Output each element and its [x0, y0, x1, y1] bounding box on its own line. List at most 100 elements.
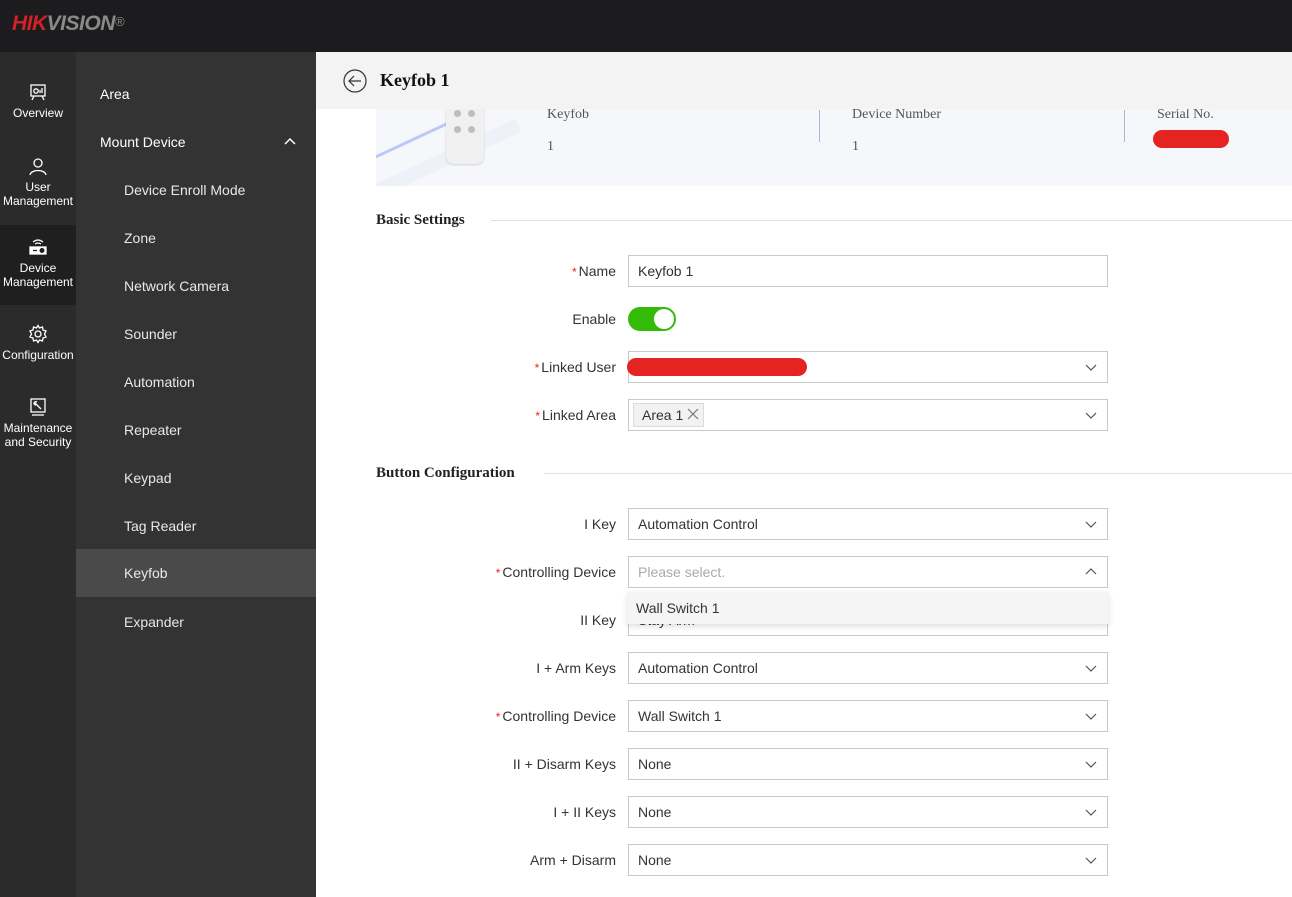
submenu-item-zone[interactable]: Zone: [76, 214, 316, 262]
enable-label: Enable: [572, 311, 616, 327]
area-tag-label: Area 1: [642, 407, 684, 423]
submenu-item-sounder[interactable]: Sounder: [76, 310, 316, 358]
device-type-label: Keyfob: [547, 107, 589, 122]
device-icon: [29, 239, 47, 255]
chevron-up-icon: [284, 137, 296, 145]
rail-item-configuration[interactable]: Configuration: [0, 324, 76, 374]
chevron-down-icon: [1085, 412, 1097, 419]
button-row-select[interactable]: None: [628, 796, 1108, 828]
name-input[interactable]: Keyfob 1: [628, 255, 1108, 287]
logo-hik: HIK: [12, 12, 47, 35]
submenu-item-network-camera[interactable]: Network Camera: [76, 262, 316, 310]
rail-label: Management: [2, 275, 74, 289]
linked-area-label: * Linked Area: [535, 407, 616, 423]
chevron-down-icon: [1085, 809, 1097, 816]
button-row-label: II Key: [580, 612, 616, 628]
linked-area-select[interactable]: Area 1: [628, 399, 1108, 431]
select-value: None: [638, 804, 672, 820]
gear-icon: [29, 324, 47, 344]
rail-label: Configuration: [2, 348, 74, 362]
submenu-item-mount-device[interactable]: Mount Device: [76, 118, 316, 166]
select-placeholder: Please select.: [638, 564, 726, 580]
button-row-label: * Controlling Device: [495, 708, 616, 724]
remove-tag-icon[interactable]: [687, 408, 699, 420]
select-value: Wall Switch 1: [638, 708, 722, 724]
user-icon: [29, 158, 47, 176]
chevron-up-icon: [1085, 568, 1097, 575]
rail-item-device-management[interactable]: Device Management: [0, 225, 76, 305]
maintenance-icon: [30, 398, 46, 416]
chevron-down-icon: [1085, 364, 1097, 371]
controlling-device-dropdown: Wall Switch 1: [628, 592, 1108, 624]
section-title-basic-settings: Basic Settings: [376, 212, 465, 228]
submenu-item-device-enroll-mode[interactable]: Device Enroll Mode: [76, 166, 316, 214]
rail-label: Overview: [12, 106, 63, 120]
select-value: None: [638, 756, 672, 772]
section-divider: [491, 220, 1292, 221]
dropdown-option[interactable]: Wall Switch 1: [636, 592, 1108, 624]
submenu-item-expander[interactable]: Expander: [76, 598, 316, 646]
rail-label: Device: [19, 261, 57, 275]
logo-vision: VISION: [46, 12, 116, 35]
button-row-select[interactable]: None: [628, 748, 1108, 780]
device-number-value: 1: [852, 139, 859, 154]
select-value: Automation Control: [638, 660, 758, 676]
button-row-label: I + Arm Keys: [536, 660, 616, 676]
linked-user-redacted: [627, 358, 807, 376]
select-value: None: [638, 852, 672, 868]
name-label: * Name: [571, 263, 616, 279]
select-value: Automation Control: [638, 516, 758, 532]
button-row-select[interactable]: Automation Control: [628, 508, 1108, 540]
submenu-item-tag-reader[interactable]: Tag Reader: [76, 502, 316, 550]
toggle-knob: [654, 309, 674, 329]
chevron-down-icon: [1085, 857, 1097, 864]
submenu-item-area[interactable]: Area: [76, 70, 316, 118]
sub-menu: Area Mount Device Device Enroll Mode Zon…: [76, 52, 316, 897]
chevron-down-icon: [1085, 761, 1097, 768]
name-value: Keyfob 1: [638, 263, 694, 279]
device-type-value: 1: [547, 139, 554, 154]
rail-label: and Security: [4, 435, 72, 449]
chevron-down-icon: [1085, 713, 1097, 720]
device-number-label: Device Number: [852, 107, 942, 122]
submenu-label: Mount Device: [100, 134, 186, 150]
hikvision-logo: HIKVISION®: [12, 12, 124, 36]
button-row-label: I Key: [584, 516, 616, 532]
rail-item-overview[interactable]: Overview: [0, 82, 76, 138]
rail-label: Maintenance: [3, 421, 73, 435]
divider: [819, 110, 820, 142]
page-header: Keyfob 1: [316, 52, 1292, 109]
enable-toggle[interactable]: [628, 307, 676, 331]
divider: [1124, 110, 1125, 142]
linked-user-label: * Linked User: [534, 359, 616, 375]
serial-redacted: [1153, 130, 1229, 148]
button-row-select[interactable]: Please select.: [628, 556, 1108, 588]
button-row-select[interactable]: None: [628, 844, 1108, 876]
submenu-item-keypad[interactable]: Keypad: [76, 454, 316, 502]
overview-icon: [30, 84, 46, 101]
page-title: Keyfob 1: [380, 70, 450, 90]
rail-item-maintenance-security[interactable]: Maintenance and Security: [0, 397, 76, 457]
button-row-select[interactable]: Wall Switch 1: [628, 700, 1108, 732]
section-title-button-configuration: Button Configuration: [376, 465, 515, 481]
top-bar: HIKVISION®: [0, 0, 1292, 52]
logo-registered: ®: [114, 14, 125, 29]
rail-item-user-management[interactable]: User Management: [0, 156, 76, 222]
main-content: Keyfob 1 Keyfob 1 Device Number 1 Serial…: [316, 52, 1292, 897]
submenu-item-automation[interactable]: Automation: [76, 358, 316, 406]
submenu-item-keyfob[interactable]: Keyfob: [76, 549, 316, 597]
section-divider: [544, 473, 1292, 474]
linked-user-select[interactable]: [627, 351, 1108, 383]
back-arrow-icon[interactable]: [343, 69, 367, 93]
button-row-select[interactable]: Automation Control: [628, 652, 1108, 684]
submenu-item-repeater[interactable]: Repeater: [76, 406, 316, 454]
button-row-label: * Controlling Device: [495, 564, 616, 580]
chevron-down-icon: [1085, 521, 1097, 528]
button-row-label: Arm + Disarm: [530, 852, 616, 868]
button-row-label: I + II Keys: [553, 804, 616, 820]
button-row-label: II + Disarm Keys: [512, 756, 616, 772]
chevron-down-icon: [1085, 665, 1097, 672]
keyfob-image: [446, 102, 484, 164]
nav-rail: Overview User Management Device Manageme…: [0, 52, 76, 897]
area-tag: Area 1: [633, 403, 705, 427]
